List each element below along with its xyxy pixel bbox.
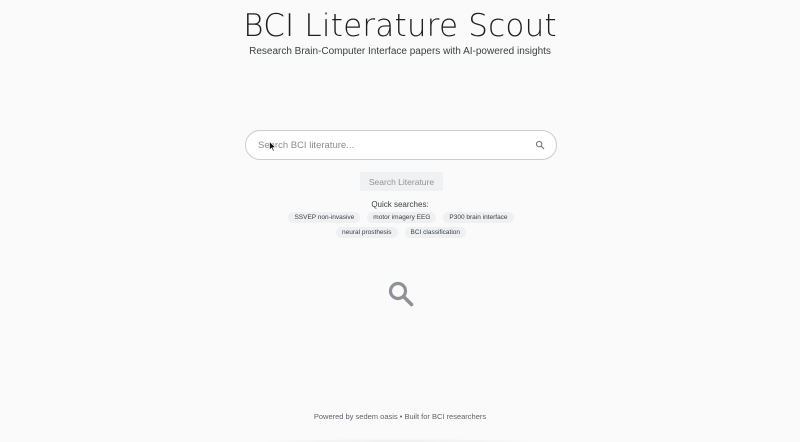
quick-search-chip-neural-prosthesis[interactable]: neural prosthesis [336, 227, 398, 238]
quick-search-chip-p300[interactable]: P300 brain interface [443, 212, 514, 223]
quick-search-chips: SSVEP non-invasive motor imagery EEG P30… [265, 212, 537, 238]
mouse-cursor-icon [269, 139, 277, 152]
search-box[interactable] [245, 130, 557, 160]
page-title: BCI Literature Scout [243, 8, 557, 44]
search-literature-button[interactable]: Search Literature [360, 172, 443, 191]
magnifier-icon [387, 280, 415, 308]
search-input[interactable] [258, 139, 534, 151]
quick-searches-label: Quick searches: [371, 200, 429, 209]
footer-text: Powered by sedem oasis • Built for BCI r… [313, 412, 487, 421]
search-icon[interactable] [534, 139, 546, 151]
quick-search-chip-motor-imagery[interactable]: motor imagery EEG [367, 212, 437, 223]
app-page: BCI Literature Scout Research Brain-Comp… [0, 0, 800, 442]
quick-search-chip-ssvep[interactable]: SSVEP non-invasive [288, 212, 361, 223]
footer-shadow [250, 438, 550, 442]
page-subtitle: Research Brain-Computer Interface papers… [249, 46, 551, 57]
quick-search-chip-bci-classification[interactable]: BCI classification [404, 227, 466, 238]
